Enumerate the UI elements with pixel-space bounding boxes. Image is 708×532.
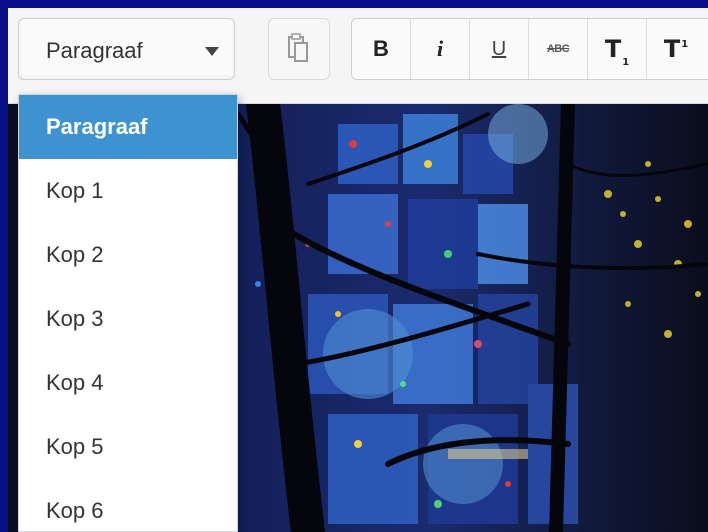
underline-button[interactable]: U [470,19,529,79]
dropdown-item-kop-6[interactable]: Kop 6 [19,479,237,532]
dropdown-item-kop-4[interactable]: Kop 4 [19,351,237,415]
italic-icon: i [436,36,444,61]
format-dropdown-menu: Paragraaf Kop 1 Kop 2 Kop 3 Kop 4 Kop 5 … [18,94,238,532]
subscript-button[interactable]: T1 [588,19,647,79]
bold-button[interactable]: B [352,19,411,79]
dropdown-item-kop-3[interactable]: Kop 3 [19,287,237,351]
strikethrough-icon: ABC [546,43,570,55]
toolbar: Paragraaf B i U ABC T1 T1 [8,8,708,104]
clipboard-icon [288,33,308,62]
dropdown-item-paragraaf[interactable]: Paragraaf [19,95,237,159]
chevron-down-icon [205,47,219,56]
text-format-group: B i U ABC T1 T1 [351,18,708,80]
subscript-mark: 1 [622,57,630,68]
dropdown-item-kop-2[interactable]: Kop 2 [19,223,237,287]
format-select-value: Paragraaf [46,38,143,63]
underline-icon: U [491,37,507,60]
italic-button[interactable]: i [411,19,470,79]
dropdown-item-kop-1[interactable]: Kop 1 [19,159,237,223]
bold-icon: B [373,36,389,61]
editor-window: Paragraaf B i U ABC T1 T1 Paragraaf Kop … [8,8,708,532]
superscript-button[interactable]: T1 [647,19,705,79]
subscript-icon: T1 [604,35,629,68]
paste-button[interactable] [268,18,330,80]
format-select[interactable]: Paragraaf [18,18,235,80]
superscript-letter: T [663,35,681,63]
superscript-icon: T1 [664,35,688,63]
subscript-letter: T [604,35,622,63]
dropdown-item-kop-5[interactable]: Kop 5 [19,415,237,479]
strikethrough-button[interactable]: ABC [529,19,588,79]
superscript-mark: 1 [681,39,689,50]
